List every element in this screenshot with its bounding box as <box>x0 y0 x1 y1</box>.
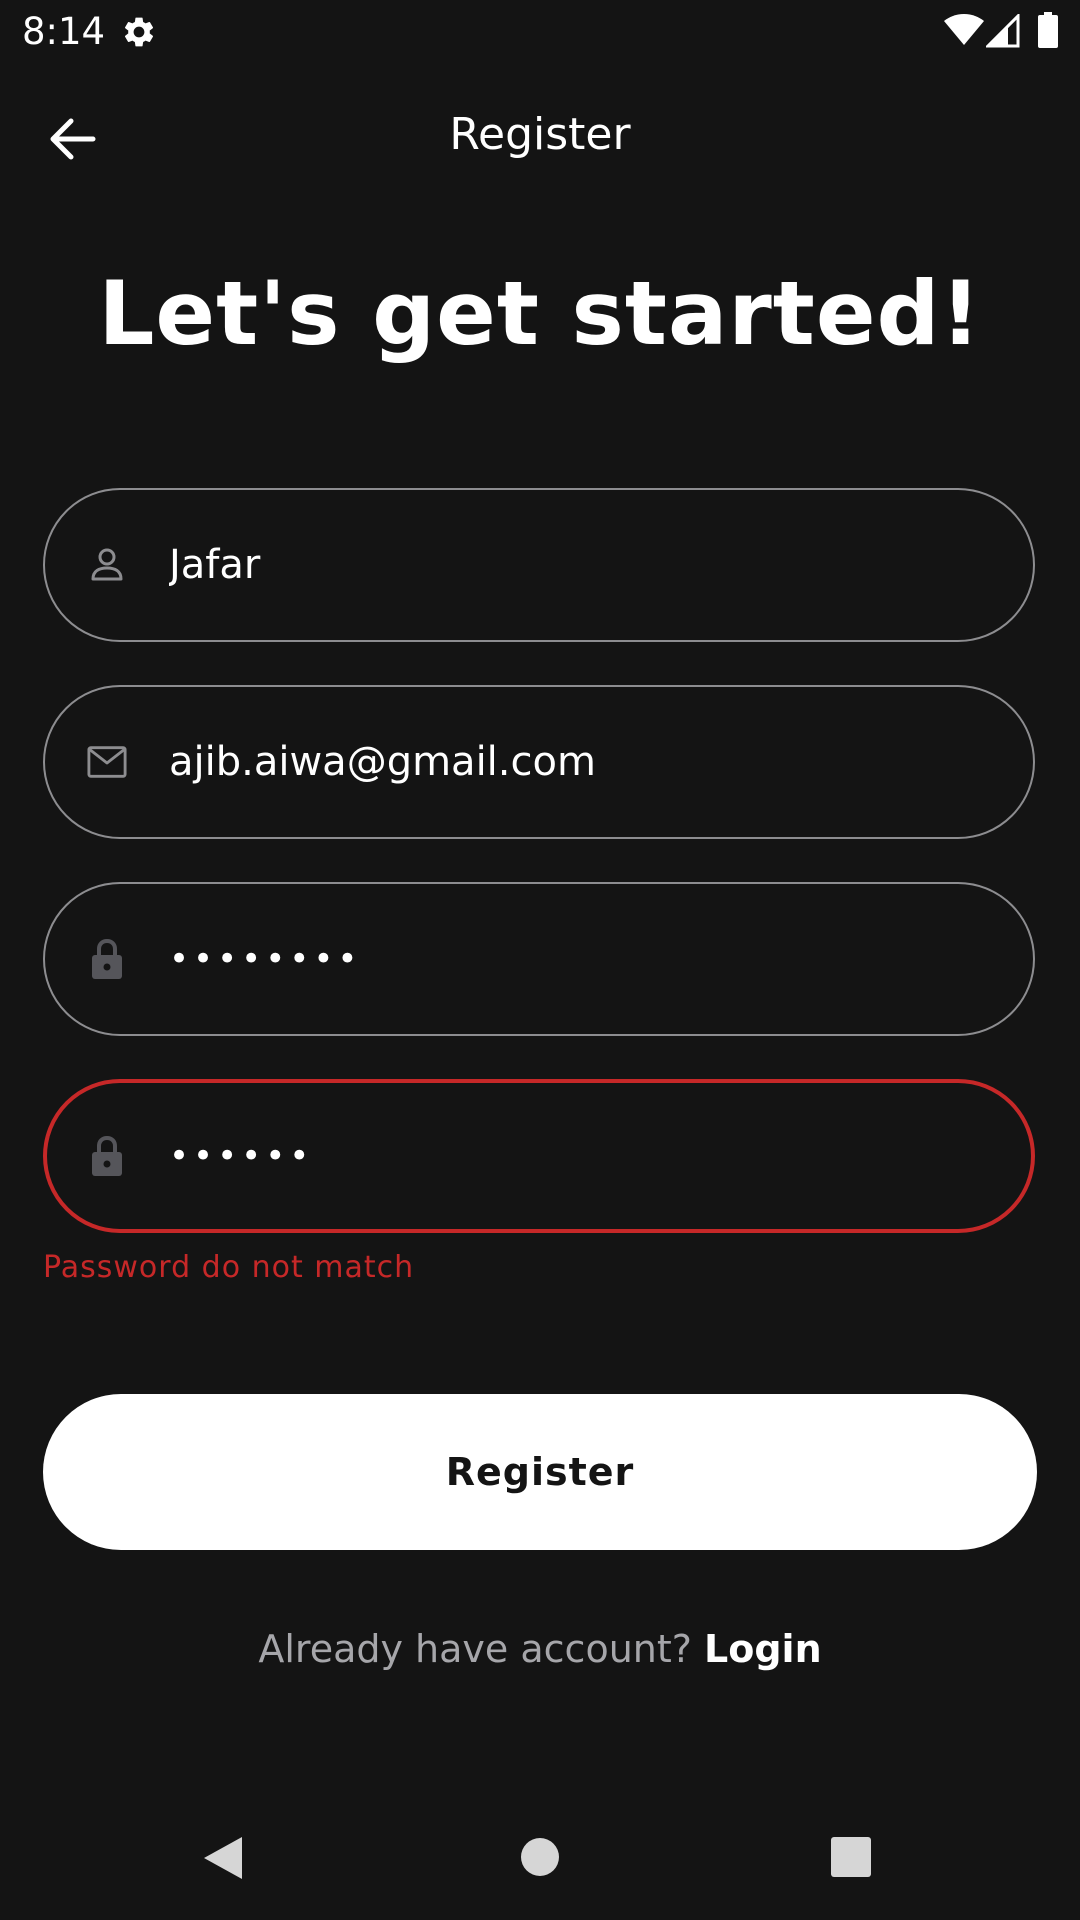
password-input[interactable] <box>169 884 989 1034</box>
email-input[interactable] <box>169 687 989 837</box>
headline: Let's get started! <box>98 262 982 365</box>
email-field[interactable] <box>43 685 1035 839</box>
person-icon <box>87 545 127 585</box>
cell-signal-icon <box>986 14 1020 48</box>
status-bar: 8:14 <box>0 0 1080 64</box>
login-prompt: Already have account? Login <box>0 1624 1080 1674</box>
login-prompt-text: Already have account? <box>258 1627 705 1671</box>
lock-icon <box>87 938 127 979</box>
lock-icon <box>87 1135 127 1176</box>
nav-back-icon[interactable] <box>202 1835 244 1881</box>
register-button[interactable]: Register <box>43 1394 1037 1550</box>
name-input[interactable] <box>169 490 989 640</box>
mail-icon <box>87 742 127 782</box>
password-field[interactable] <box>43 882 1035 1036</box>
password-error-message: Password do not match <box>43 1250 415 1285</box>
confirm-password-field[interactable] <box>43 1079 1035 1233</box>
settings-gear-icon <box>124 17 154 47</box>
wifi-icon <box>944 14 984 45</box>
login-link[interactable]: Login <box>704 1627 822 1671</box>
nav-home-icon[interactable] <box>520 1837 560 1877</box>
page-title: Register <box>449 109 631 160</box>
top-app-bar: Register <box>0 90 1080 180</box>
system-nav-bar <box>0 1800 1080 1920</box>
confirm-password-input[interactable] <box>169 1083 989 1229</box>
name-field[interactable] <box>43 488 1035 642</box>
status-time: 8:14 <box>22 10 106 53</box>
nav-recents-icon[interactable] <box>830 1836 872 1878</box>
battery-icon <box>1038 12 1058 48</box>
